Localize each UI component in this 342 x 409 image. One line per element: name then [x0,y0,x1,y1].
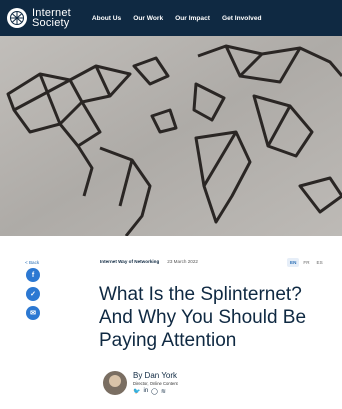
language-fr[interactable]: FR [300,258,312,267]
twitter-icon[interactable]: ✓ [26,287,40,301]
article-meta: Internet Way of Networking 23 March 2022 [100,259,198,264]
language-switcher: EN FR ES [287,258,326,267]
nav-get-involved[interactable]: Get Involved [222,15,262,22]
article-date: 23 March 2022 [167,259,198,264]
article-category[interactable]: Internet Way of Networking [100,259,159,264]
github-icon[interactable]: ◯ [151,388,158,395]
article-title: What Is the Splinternet? And Why You Sho… [99,284,307,351]
author-name: By Dan York [133,371,178,380]
nav-about-us[interactable]: About Us [92,15,121,22]
rss-icon[interactable]: ≋ [161,388,166,395]
geometric-world-map-image [0,36,342,236]
avatar [103,371,127,395]
email-icon[interactable]: ✉ [26,306,40,320]
facebook-icon[interactable]: f [26,268,40,282]
author-block: By Dan York Director, Online Content 🐦 i… [103,371,178,395]
linkedin-icon[interactable]: in [143,388,148,395]
site-logo[interactable]: Internet Society [7,8,71,29]
nav-our-impact[interactable]: Our Impact [175,15,210,22]
language-es[interactable]: ES [314,258,326,267]
hero-image [0,36,342,236]
logo-text: Internet Society [32,8,71,29]
nav-our-work[interactable]: Our Work [133,15,163,22]
site-header: Internet Society About Us Our Work Our I… [0,0,342,36]
language-en[interactable]: EN [287,258,300,267]
back-link[interactable]: < Back [25,260,39,265]
author-social-links: 🐦 in ◯ ≋ [133,388,178,395]
author-info: By Dan York Director, Online Content 🐦 i… [133,371,178,395]
main-nav: About Us Our Work Our Impact Get Involve… [92,15,274,22]
logo-line-2: Society [32,17,70,29]
author-role: Director, Online Content [133,381,178,386]
internet-society-logo-icon [7,8,27,28]
twitter-icon[interactable]: 🐦 [133,388,140,395]
